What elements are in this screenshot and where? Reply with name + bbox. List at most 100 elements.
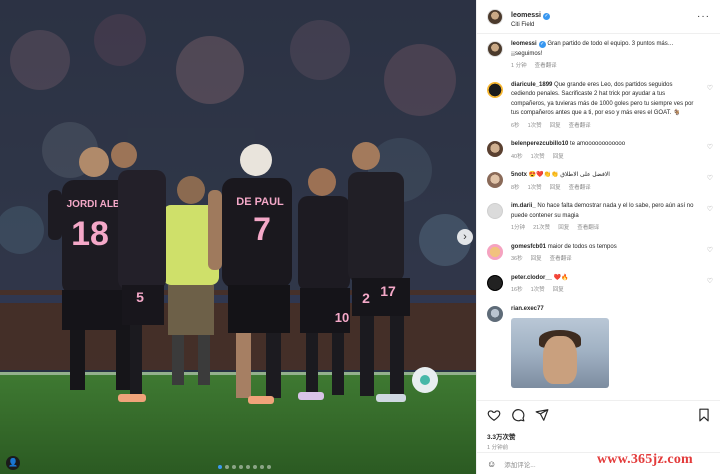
translate-link[interactable]: 查看翻译: [569, 184, 591, 194]
add-comment-input[interactable]: 添加评论...: [504, 459, 535, 469]
heart-icon[interactable]: ♡: [707, 174, 713, 182]
author-username[interactable]: leomessi: [511, 12, 541, 19]
jersey-number-17: 17: [380, 283, 396, 299]
caption-username[interactable]: leomessi: [511, 41, 537, 47]
translate-link[interactable]: 查看翻译: [569, 122, 591, 132]
comment-username[interactable]: rian.exec77: [511, 306, 544, 312]
jersey-number-5: 5: [136, 289, 144, 305]
heart-icon[interactable]: ♡: [707, 143, 713, 151]
jersey-number-alba: 18: [71, 215, 109, 253]
comment-image[interactable]: [511, 318, 609, 388]
reply-link[interactable]: 回复: [550, 184, 561, 194]
comment-time: 8秒: [511, 184, 520, 191]
comment-username[interactable]: peter.clodor__: [511, 275, 552, 281]
comment-likes[interactable]: 21次赞: [533, 224, 550, 234]
caption: leomessi ✓ Gran partido de todo el equipo…: [477, 40, 720, 72]
comment-time: 36秒: [511, 256, 523, 262]
heart-icon[interactable]: ♡: [707, 205, 713, 213]
comment-time: 40秒: [511, 153, 523, 160]
comment-likes[interactable]: 1次赞: [528, 184, 542, 194]
comment-text: 😍❤️👏👏 الافضل على الاطلاق: [528, 172, 610, 178]
author-info: leomessi ✓ Citi Field: [511, 4, 550, 29]
comment-item: rian.exec77: [477, 305, 720, 388]
carousel-dot: [232, 465, 236, 469]
avatar[interactable]: [487, 141, 503, 157]
jersey-number-depaul: 7: [253, 211, 271, 247]
tagged-users-icon[interactable]: 👤: [6, 456, 20, 470]
bookmark-icon[interactable]: [697, 408, 711, 422]
carousel-dot: [267, 465, 271, 469]
comment-text: te amoooooooooooo: [570, 141, 626, 147]
comment-username[interactable]: gomesfcb01: [511, 244, 546, 250]
share-icon[interactable]: [535, 408, 549, 422]
carousel-dot: [218, 465, 222, 469]
likes-count[interactable]: 3.3万次赞: [487, 431, 711, 441]
comment-item: gomesfcb01 maior de todos os tempos 36秒 回…: [477, 243, 720, 265]
comment-username[interactable]: 5notx: [511, 172, 527, 178]
post-actions: 3.3万次赞 1 分钟前: [477, 400, 720, 452]
comment-username[interactable]: belenperezcubillo10: [511, 141, 568, 147]
jersey-number-2: 2: [362, 290, 370, 306]
comment-item: 5notx 😍❤️👏👏 الافضل على الاطلاق 8秒 1次赞 回复 查看…: [477, 171, 720, 193]
comment-text: ❤️🔥: [553, 274, 569, 281]
verified-badge-icon: ✓: [538, 41, 546, 48]
jersey-number-10: 10: [335, 310, 349, 325]
avatar[interactable]: [487, 81, 503, 98]
avatar[interactable]: [487, 172, 503, 188]
comment-image-face: [543, 336, 577, 384]
watermark: www.365jz.com: [597, 452, 693, 467]
comment-icon[interactable]: [511, 408, 525, 422]
comment-username[interactable]: diaricule_1899: [511, 82, 552, 88]
avatar[interactable]: [487, 243, 503, 260]
heart-icon[interactable]: ♡: [707, 84, 713, 92]
posted-time: 1 分钟前: [487, 445, 509, 451]
avatar[interactable]: [487, 203, 503, 219]
emoji-icon[interactable]: ☺: [487, 459, 496, 469]
carousel-dot: [225, 465, 229, 469]
comment-item: im.darii_ No hace falta demostrar nada y…: [477, 202, 720, 234]
comment-time: 16秒: [511, 287, 523, 293]
reply-link[interactable]: 回复: [531, 255, 542, 265]
carousel-dot: [260, 465, 264, 469]
comments-list[interactable]: leomessi ✓ Gran partido de todo el equipo…: [477, 40, 720, 396]
avatar[interactable]: [487, 41, 503, 57]
comment-item: diaricule_1899 Que grande eres Leo, dos …: [477, 81, 720, 132]
post-side-panel: leomessi ✓ Citi Field ··· leomessi ✓ Gran …: [476, 0, 720, 474]
comment-text: No hace falta demostrar nada y el lo sab…: [511, 203, 694, 219]
comment-likes[interactable]: 1次赞: [531, 153, 545, 163]
comment-item: belenperezcubillo10 te amoooooooooooo 40…: [477, 140, 720, 162]
carousel-dot: [246, 465, 250, 469]
post-location[interactable]: Citi Field: [511, 22, 550, 29]
reply-link[interactable]: 回复: [550, 122, 561, 132]
verified-badge-icon: ✓: [542, 12, 550, 20]
caption-time: 1 分钟: [511, 63, 527, 69]
post-header: leomessi ✓ Citi Field ···: [477, 0, 720, 34]
heart-icon[interactable]: ♡: [707, 277, 713, 285]
reply-link[interactable]: 回复: [558, 224, 569, 234]
author-avatar[interactable]: [487, 8, 503, 25]
post-viewer: JORDI ALBA 18 5 DE PAUL 7 10 2 17 › 👤 le…: [0, 0, 720, 474]
comment-text: maior de todos os tempos: [547, 243, 617, 250]
heart-icon[interactable]: ♡: [707, 246, 713, 254]
carousel-dot: [253, 465, 257, 469]
caption-translate-link[interactable]: 查看翻译: [535, 62, 557, 72]
carousel-dot: [239, 465, 243, 469]
comment-time: 6秒: [511, 122, 520, 129]
avatar[interactable]: [487, 274, 503, 291]
avatar[interactable]: [487, 305, 503, 322]
heart-icon[interactable]: [487, 408, 501, 422]
carousel-dots: [218, 465, 271, 469]
more-icon[interactable]: ···: [697, 11, 710, 22]
comment-username[interactable]: im.darii_: [511, 203, 536, 209]
reply-link[interactable]: 回复: [553, 153, 564, 163]
comment-time: 1分钟: [511, 225, 526, 231]
translate-link[interactable]: 查看翻译: [550, 255, 572, 265]
translate-link[interactable]: 查看翻译: [577, 224, 599, 234]
comment-likes[interactable]: 1次赞: [531, 286, 545, 296]
next-image-button[interactable]: ›: [457, 229, 473, 245]
comment-likes[interactable]: 1次赞: [528, 122, 542, 132]
comment-item: peter.clodor__ ❤️🔥 16秒 1次赞 回复 ♡: [477, 274, 720, 296]
post-photo[interactable]: JORDI ALBA 18 5 DE PAUL 7 10 2 17 › 👤: [0, 0, 476, 474]
reply-link[interactable]: 回复: [553, 286, 564, 296]
jersey-name-depaul: DE PAUL: [236, 196, 284, 208]
